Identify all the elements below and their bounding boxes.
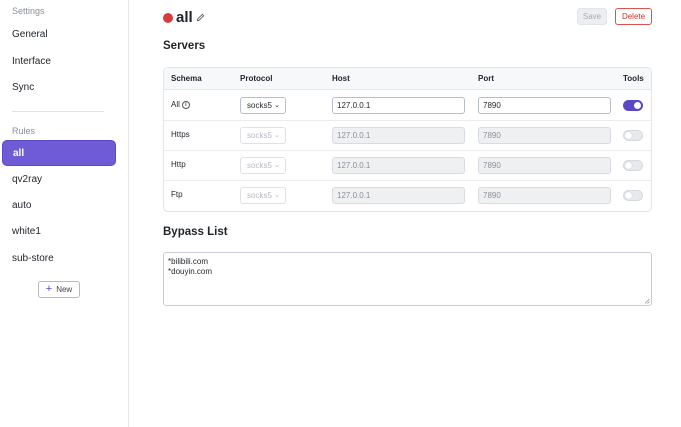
enable-toggle[interactable] xyxy=(623,160,643,171)
sidebar-item-interface[interactable]: Interface xyxy=(12,56,51,67)
bypass-entry: *bilibili.com xyxy=(168,257,209,266)
rule-item-sub-store[interactable]: sub-store xyxy=(2,246,116,272)
protocol-select[interactable]: socks5 ⌄ xyxy=(240,157,286,174)
sidebar-item-sync[interactable]: Sync xyxy=(12,82,34,93)
port-input[interactable]: 7890 xyxy=(478,97,611,114)
table-row: Ftp socks5 ⌄ 127.0.0.1 7890 xyxy=(164,181,651,211)
column-header-tools: Tools xyxy=(623,74,644,83)
schema-label: All xyxy=(171,100,180,109)
host-input[interactable]: 127.0.0.1 xyxy=(332,157,465,174)
rule-item-all[interactable]: all xyxy=(2,140,116,166)
schema-cell: Http xyxy=(171,160,186,169)
toggle-knob xyxy=(625,162,632,169)
host-input[interactable]: 127.0.0.1 xyxy=(332,97,465,114)
edit-pencil-icon[interactable] xyxy=(196,13,205,22)
host-input[interactable]: 127.0.0.1 xyxy=(332,127,465,144)
sidebar: Settings General Interface Sync Rules al… xyxy=(0,0,129,427)
protocol-value: socks5 xyxy=(247,131,272,140)
bypass-list-heading: Bypass List xyxy=(163,226,228,238)
rule-item-auto[interactable]: auto xyxy=(2,193,116,219)
new-rule-label: New xyxy=(56,285,73,294)
bypass-list-textarea[interactable]: *bilibili.com *douyin.com xyxy=(163,252,652,306)
column-header-host: Host xyxy=(332,74,350,83)
status-dot-icon xyxy=(163,12,173,23)
column-header-port: Port xyxy=(478,74,494,83)
save-button[interactable]: Save xyxy=(577,8,607,25)
chevron-down-icon: ⌄ xyxy=(274,162,280,169)
rule-item-qv2ray[interactable]: qv2ray xyxy=(2,167,116,193)
schema-label: Http xyxy=(171,160,186,169)
host-input[interactable]: 127.0.0.1 xyxy=(332,187,465,204)
schema-cell: Https xyxy=(171,130,190,139)
chevron-down-icon: ⌄ xyxy=(274,102,280,109)
table-row: All i socks5 ⌄ 127.0.0.1 7890 xyxy=(164,91,651,121)
resize-handle-icon[interactable] xyxy=(644,298,650,304)
port-input[interactable]: 7890 xyxy=(478,127,611,144)
toggle-knob xyxy=(625,192,632,199)
column-header-protocol: Protocol xyxy=(240,74,273,83)
schema-label: Https xyxy=(171,130,190,139)
delete-button[interactable]: Delete xyxy=(615,8,652,25)
schema-label: Ftp xyxy=(171,190,183,199)
servers-table-header: Schema Protocol Host Port Tools xyxy=(164,68,651,90)
servers-table: Schema Protocol Host Port Tools All i so… xyxy=(163,67,652,212)
enable-toggle[interactable] xyxy=(623,190,643,201)
table-row: Http socks5 ⌄ 127.0.0.1 7890 xyxy=(164,151,651,181)
schema-cell: All i xyxy=(171,100,190,109)
protocol-select[interactable]: socks5 ⌄ xyxy=(240,97,286,114)
enable-toggle[interactable] xyxy=(623,100,643,111)
protocol-select[interactable]: socks5 ⌄ xyxy=(240,127,286,144)
protocol-value: socks5 xyxy=(247,191,272,200)
protocol-value: socks5 xyxy=(247,101,272,110)
info-icon[interactable]: i xyxy=(181,100,190,109)
sidebar-divider xyxy=(12,111,104,112)
bypass-entry: *douyin.com xyxy=(168,267,213,276)
port-input[interactable]: 7890 xyxy=(478,187,611,204)
chevron-down-icon: ⌄ xyxy=(274,132,280,139)
servers-heading: Servers xyxy=(163,40,206,52)
table-row: Https socks5 ⌄ 127.0.0.1 7890 xyxy=(164,121,651,151)
new-rule-button[interactable]: + New xyxy=(38,281,80,298)
protocol-value: socks5 xyxy=(247,161,272,170)
column-header-schema: Schema xyxy=(171,74,202,83)
page-title-row: all xyxy=(163,9,205,26)
page-title: all xyxy=(176,9,193,26)
rules-section-label: Rules xyxy=(12,126,36,136)
chevron-down-icon: ⌄ xyxy=(274,192,280,199)
sidebar-item-general[interactable]: General xyxy=(12,29,48,40)
plus-icon: + xyxy=(45,283,53,295)
toggle-knob xyxy=(625,132,632,139)
toggle-knob xyxy=(634,102,641,109)
rule-item-white1[interactable]: white1 xyxy=(2,219,116,245)
schema-cell: Ftp xyxy=(171,190,183,199)
protocol-select[interactable]: socks5 ⌄ xyxy=(240,187,286,204)
enable-toggle[interactable] xyxy=(623,130,643,141)
settings-section-label: Settings xyxy=(12,6,45,16)
port-input[interactable]: 7890 xyxy=(478,157,611,174)
